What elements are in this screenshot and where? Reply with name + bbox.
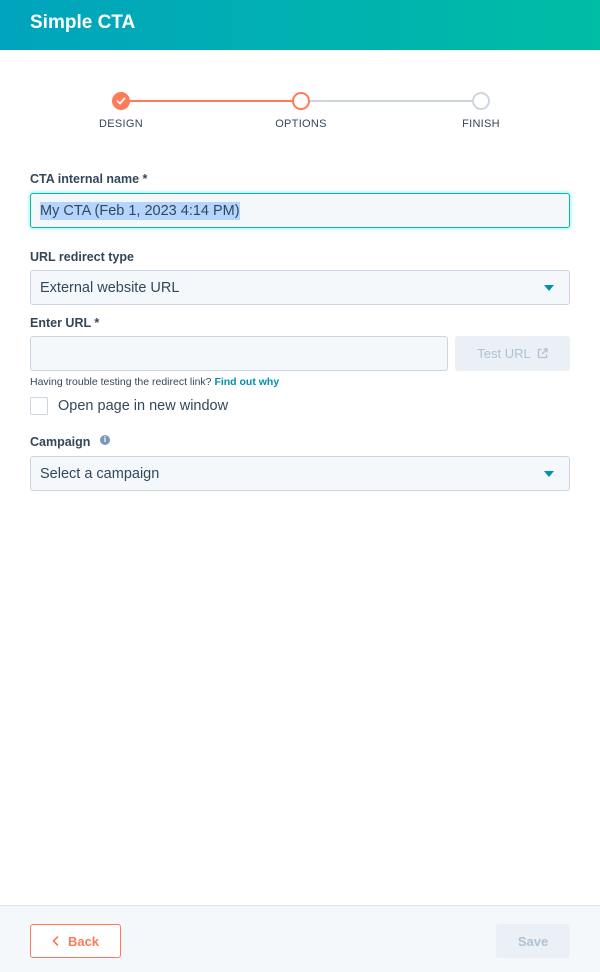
new-window-checkbox[interactable] [30, 397, 48, 415]
url-input[interactable] [30, 336, 448, 371]
save-label: Save [517, 933, 549, 949]
back-label: Back [67, 933, 100, 949]
redirect-help-text: Having trouble testing the redirect link… [30, 376, 280, 388]
back-button[interactable]: Back [30, 924, 121, 958]
enter-url-label: Enter URL * [30, 316, 100, 330]
step-design-label[interactable]: DESIGN [61, 118, 181, 130]
step-options-dot [292, 92, 310, 110]
app-header: Simple CTA [0, 0, 600, 50]
info-icon[interactable]: i [100, 435, 110, 445]
redirect-type-label: URL redirect type [30, 250, 134, 264]
step-options-label: OPTIONS [275, 118, 327, 130]
stepper-line-completed [121, 100, 301, 102]
test-url-label: Test URL [477, 346, 531, 361]
chevron-down-icon [544, 285, 554, 291]
footer-bar: Back Save [0, 905, 600, 972]
cta-name-value: My CTA (Feb 1, 2023 4:14 PM) [40, 201, 240, 220]
campaign-select[interactable]: Select a campaign [30, 456, 570, 491]
save-button[interactable]: Save [496, 924, 570, 958]
new-window-label[interactable]: Open page in new window [58, 398, 228, 414]
step-finish-dot [472, 92, 490, 110]
cta-name-input[interactable]: My CTA (Feb 1, 2023 4:14 PM) [30, 193, 570, 228]
redirect-type-value: External website URL [40, 279, 180, 296]
step-design-check-icon[interactable] [112, 92, 130, 110]
test-url-button[interactable]: Test URL [455, 336, 570, 371]
page-title: Simple CTA [30, 12, 136, 33]
campaign-label: Campaign [30, 435, 91, 449]
external-link-icon [537, 348, 548, 359]
cta-name-label: CTA internal name * [30, 172, 148, 186]
step-finish-label: FINISH [462, 118, 500, 130]
find-out-why-link[interactable]: Find out why [214, 376, 279, 388]
new-window-option[interactable]: Open page in new window [30, 397, 228, 415]
chevron-left-icon [52, 936, 59, 946]
redirect-type-select[interactable]: External website URL [30, 270, 570, 305]
chevron-down-icon [544, 471, 554, 477]
progress-stepper: DESIGN OPTIONS FINISH [0, 88, 600, 138]
campaign-placeholder: Select a campaign [40, 465, 160, 482]
stepper-line-pending [301, 100, 481, 102]
